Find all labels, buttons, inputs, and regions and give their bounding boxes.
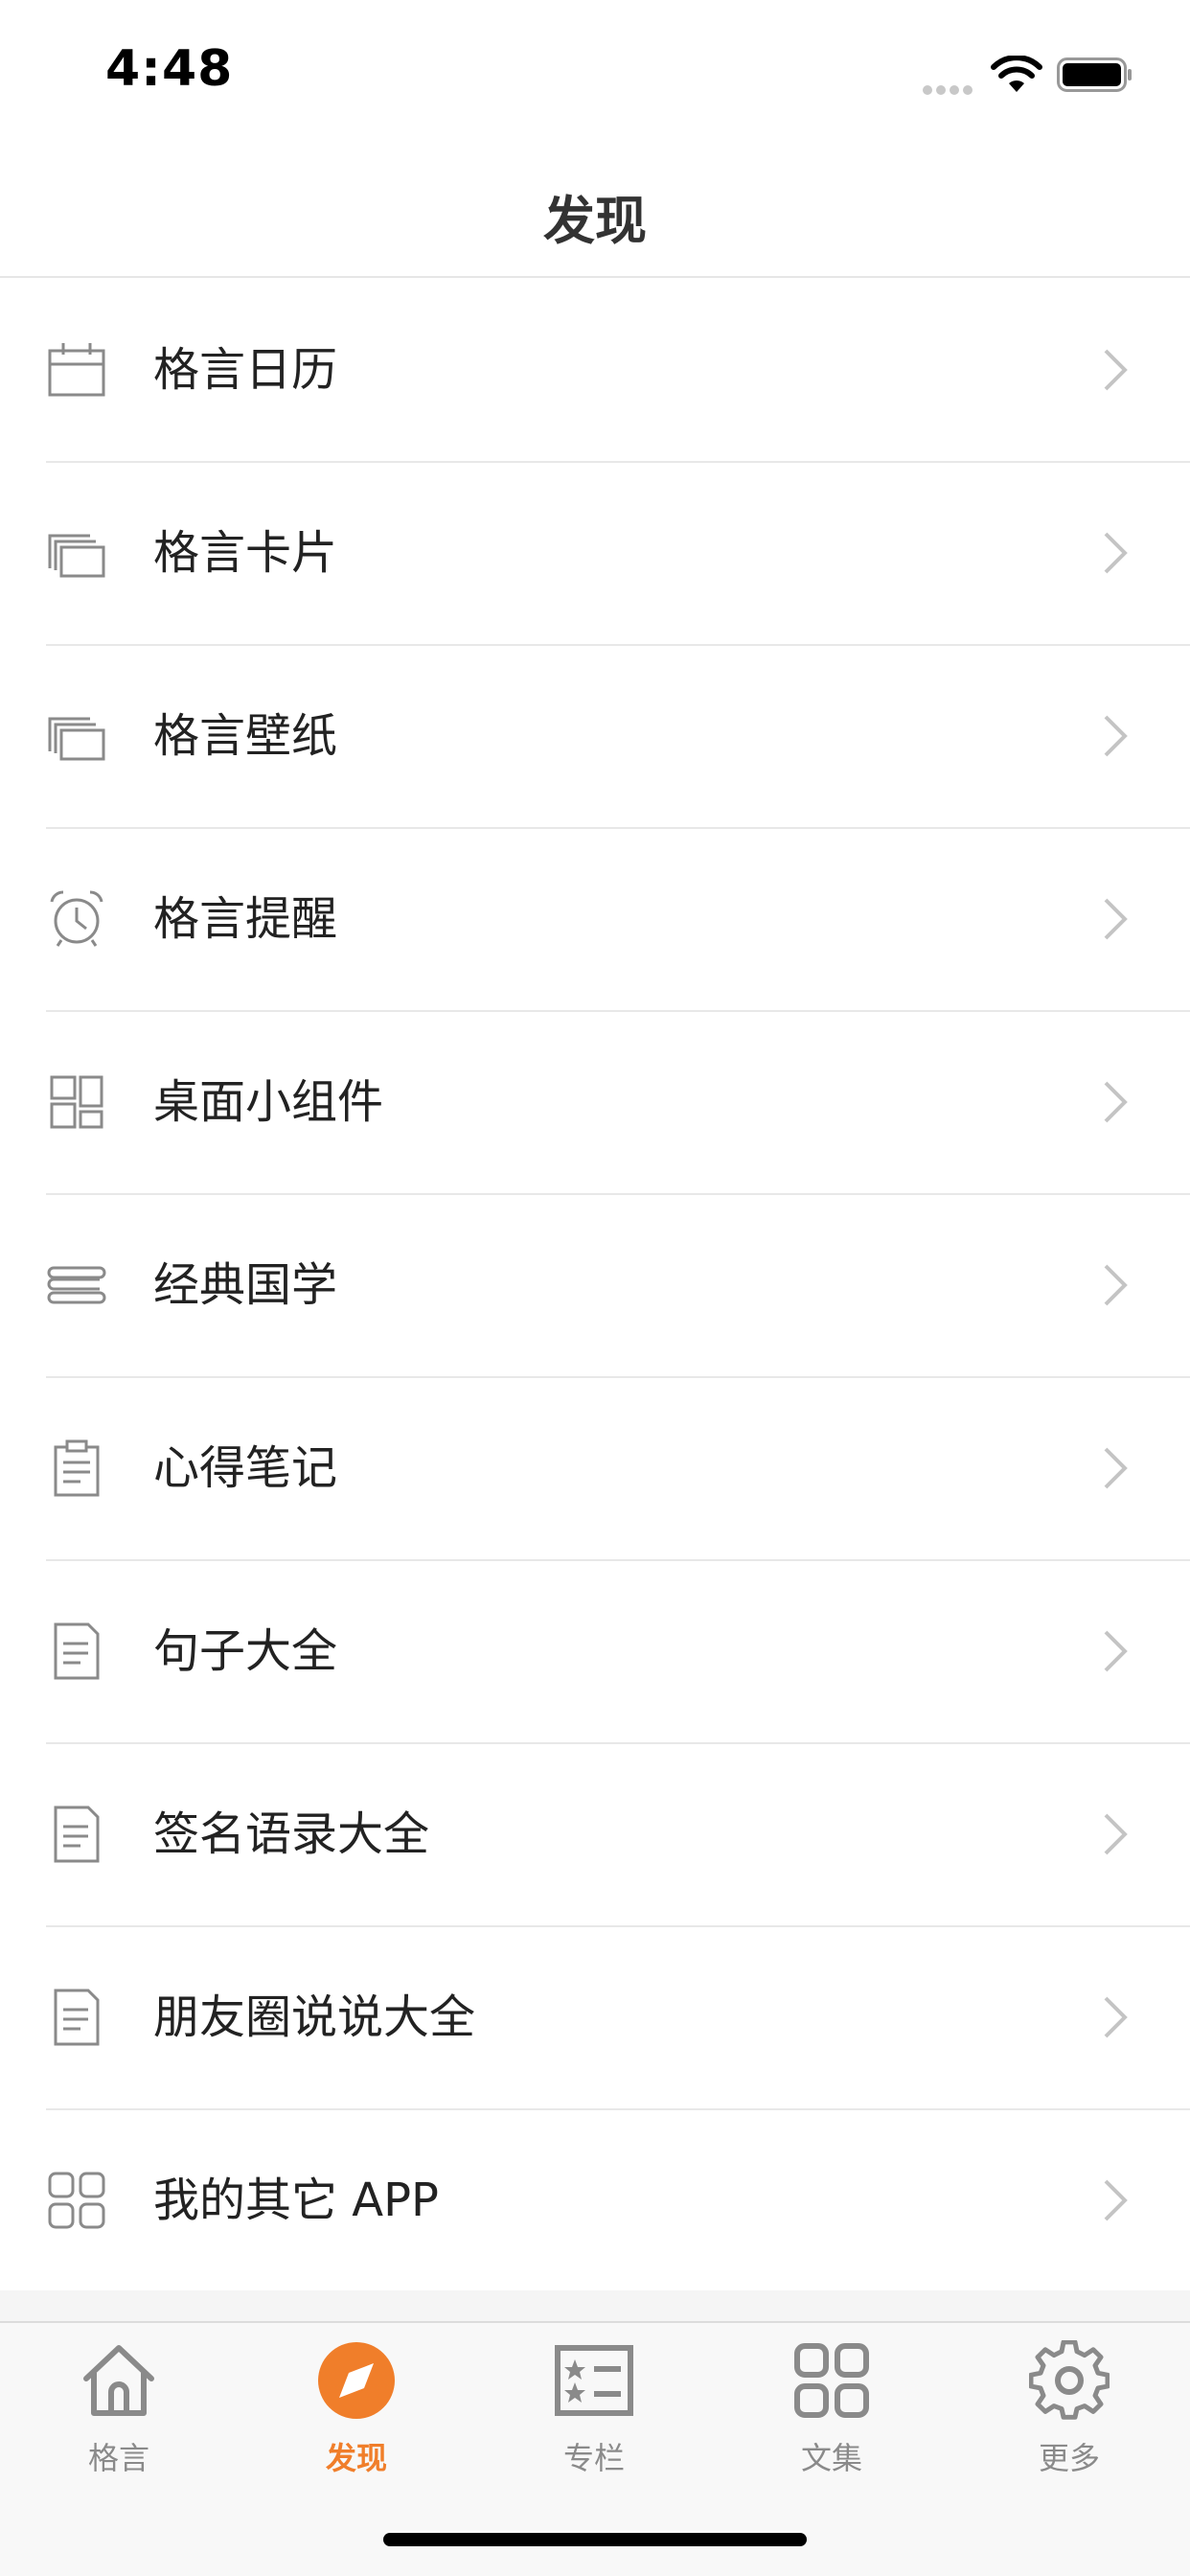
list-item-sentences[interactable]: 句子大全 <box>0 1561 1190 1744</box>
chevron-right-icon <box>1104 1996 1128 2038</box>
calendar-icon <box>48 343 105 397</box>
tab-maxims[interactable]: 格言 <box>0 2340 238 2494</box>
list-item-label: 心得笔记 <box>153 1441 338 1495</box>
list-item-notes[interactable]: 心得笔记 <box>0 1378 1190 1561</box>
chevron-right-icon <box>1104 1813 1128 1855</box>
status-time: 4:48 <box>105 40 234 98</box>
tab-columns[interactable]: 专栏 <box>475 2340 713 2494</box>
list-footer-gap <box>0 2290 1190 2321</box>
list-item-cards[interactable]: 格言卡片 <box>0 463 1190 646</box>
gear-icon <box>1029 2340 1110 2420</box>
list-item-label: 格言壁纸 <box>153 709 338 763</box>
collection-grid-icon <box>794 2343 869 2418</box>
tab-collections[interactable]: 文集 <box>713 2340 950 2494</box>
home-indicator[interactable] <box>383 2533 807 2546</box>
home-icon <box>83 2345 154 2416</box>
chevron-right-icon <box>1104 1630 1128 1672</box>
scroll-icon <box>47 1266 106 1304</box>
chevron-right-icon <box>1104 898 1128 940</box>
list-item-label: 桌面小组件 <box>153 1075 384 1129</box>
status-bar: 4:48 <box>0 0 1190 144</box>
chevron-right-icon <box>1104 532 1128 574</box>
list-item-other-apps[interactable]: 我的其它 APP <box>0 2110 1190 2293</box>
clipboard-icon <box>54 1439 100 1497</box>
compass-icon <box>318 2342 395 2419</box>
list-item-moments[interactable]: 朋友圈说说大全 <box>0 1927 1190 2110</box>
discover-list: 格言日历 格言卡片 格言壁纸 格言提醒 桌面小组件 经典国学 心得笔记 句子大全… <box>0 280 1190 2290</box>
chevron-right-icon <box>1104 1447 1128 1489</box>
list-item-label: 格言卡片 <box>153 526 338 580</box>
tab-label: 专栏 <box>562 2440 625 2476</box>
list-item-label: 我的其它 APP <box>153 2174 439 2227</box>
document-icon <box>54 1806 100 1863</box>
tab-discover[interactable]: 发现 <box>238 2340 475 2494</box>
wallpaper-icon <box>48 717 105 761</box>
widgets-icon <box>50 1075 103 1129</box>
wifi-icon <box>991 56 1042 92</box>
list-item-reminder[interactable]: 格言提醒 <box>0 829 1190 1012</box>
apps-grid-icon <box>48 2172 105 2229</box>
list-item-wallpaper[interactable]: 格言壁纸 <box>0 646 1190 829</box>
tab-more[interactable]: 更多 <box>950 2340 1188 2494</box>
list-item-classics[interactable]: 经典国学 <box>0 1195 1190 1378</box>
list-item-signatures[interactable]: 签名语录大全 <box>0 1744 1190 1927</box>
list-item-label: 格言日历 <box>153 343 338 397</box>
list-item-label: 经典国学 <box>153 1258 338 1312</box>
cellular-signal-icon <box>923 85 973 95</box>
battery-icon <box>1057 58 1132 92</box>
chevron-right-icon <box>1104 1264 1128 1306</box>
discover-screen: 4:48 发现 格言日历 格言卡片 格言壁纸 格言提醒 桌面小组件 经典国学 心… <box>0 0 1190 2576</box>
document-icon <box>54 1622 100 1680</box>
list-item-label: 签名语录大全 <box>153 1807 430 1861</box>
page-title: 发现 <box>543 191 647 251</box>
navigation-bar: 发现 <box>0 144 1190 278</box>
chevron-right-icon <box>1104 349 1128 391</box>
chevron-right-icon <box>1104 1081 1128 1123</box>
chevron-right-icon <box>1104 2179 1128 2221</box>
list-item-label: 句子大全 <box>153 1624 338 1678</box>
document-icon <box>54 1989 100 2046</box>
alarm-clock-icon <box>50 890 103 947</box>
column-list-icon <box>555 2345 633 2416</box>
tab-label: 文集 <box>800 2440 862 2476</box>
list-item-label: 格言提醒 <box>153 892 338 946</box>
list-item-widgets[interactable]: 桌面小组件 <box>0 1012 1190 1195</box>
list-item-calendar[interactable]: 格言日历 <box>0 280 1190 463</box>
tab-label: 发现 <box>325 2440 387 2476</box>
tab-label: 格言 <box>87 2440 149 2476</box>
tab-label: 更多 <box>1038 2440 1100 2476</box>
cards-icon <box>48 534 105 578</box>
list-item-label: 朋友圈说说大全 <box>153 1990 476 2044</box>
chevron-right-icon <box>1104 715 1128 757</box>
